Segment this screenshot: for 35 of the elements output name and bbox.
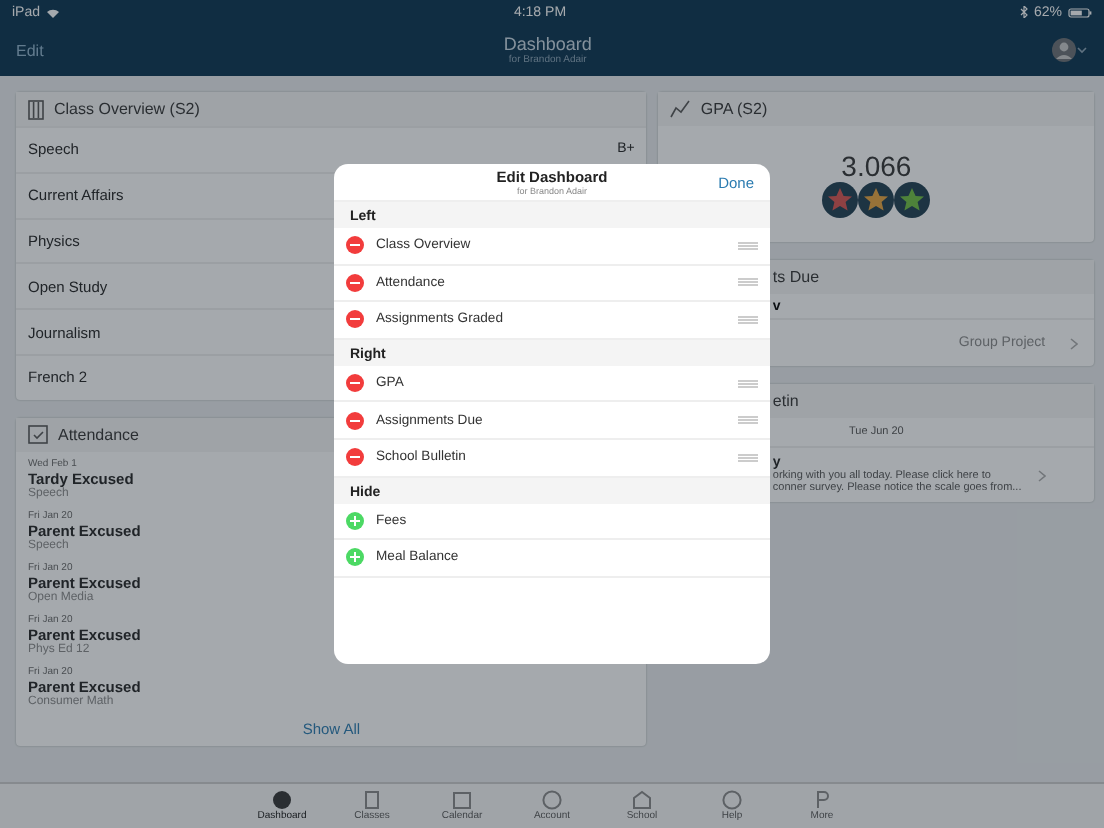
card-title: GPA (S2) bbox=[700, 100, 768, 118]
battery-icon bbox=[1067, 7, 1092, 17]
books-icon bbox=[28, 99, 44, 119]
house-icon bbox=[632, 790, 652, 810]
remove-icon[interactable] bbox=[346, 236, 364, 255]
remove-icon[interactable] bbox=[346, 273, 364, 292]
line-chart-icon bbox=[670, 100, 691, 118]
edit-button[interactable]: Edit bbox=[16, 41, 44, 59]
add-icon[interactable] bbox=[346, 548, 364, 567]
letter-icon bbox=[812, 790, 832, 810]
chevron-right-icon bbox=[1037, 469, 1046, 481]
reorder-handle-icon[interactable] bbox=[738, 453, 758, 462]
calendar-check-icon bbox=[28, 424, 48, 445]
card-title: etin bbox=[772, 392, 799, 410]
book-icon bbox=[362, 790, 382, 810]
gpa-value: 3.066 bbox=[841, 150, 912, 182]
reorder-handle-icon[interactable] bbox=[738, 416, 758, 425]
calendar-icon bbox=[452, 790, 472, 810]
remove-icon[interactable] bbox=[346, 310, 364, 329]
card-title: ts Due bbox=[772, 268, 820, 286]
reorder-handle-icon[interactable] bbox=[738, 379, 758, 388]
card-title: Attendance bbox=[58, 425, 139, 444]
card-title: Class Overview (S2) bbox=[54, 100, 200, 118]
wifi-icon bbox=[46, 7, 61, 17]
reorder-handle-icon[interactable] bbox=[738, 315, 758, 324]
bluetooth-icon bbox=[1019, 6, 1028, 18]
remove-icon[interactable] bbox=[346, 411, 364, 430]
reorder-handle-icon[interactable] bbox=[738, 278, 758, 287]
nav-title: Dashboard bbox=[503, 34, 592, 54]
reorder-handle-icon[interactable] bbox=[738, 241, 758, 250]
chevron-right-icon bbox=[1070, 337, 1078, 349]
avatar-icon[interactable] bbox=[1051, 38, 1088, 62]
add-icon[interactable] bbox=[346, 511, 364, 530]
remove-icon[interactable] bbox=[346, 374, 364, 393]
remove-icon[interactable] bbox=[346, 448, 364, 467]
